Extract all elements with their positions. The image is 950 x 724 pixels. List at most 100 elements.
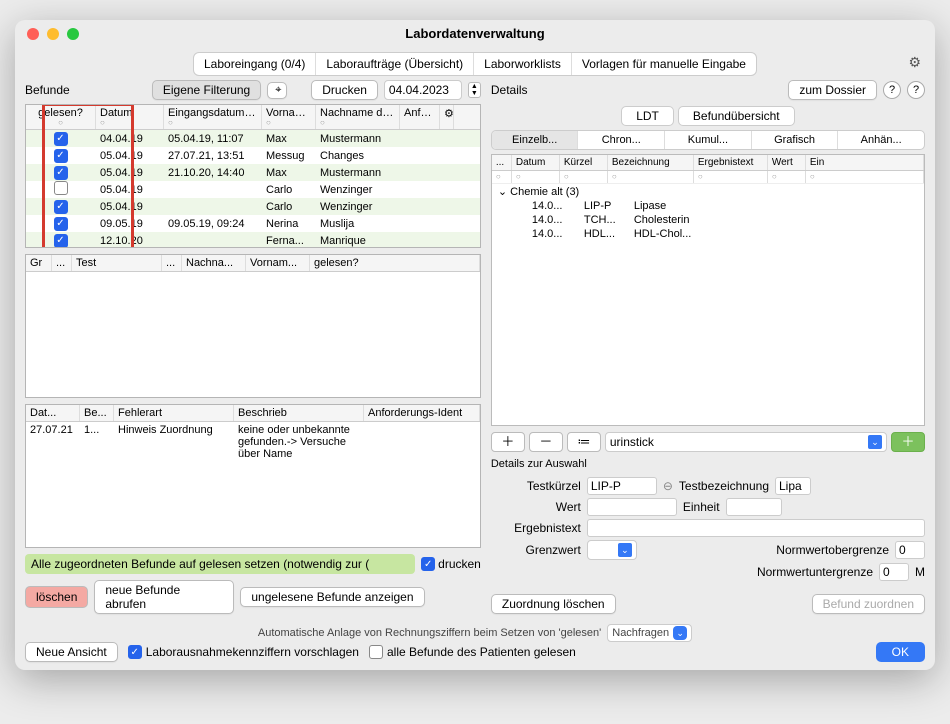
tab-laborworklists[interactable]: Laborworklists bbox=[474, 53, 572, 75]
inp-wert[interactable] bbox=[587, 498, 677, 516]
drucken-checkbox[interactable]: ✓drucken bbox=[421, 557, 481, 571]
maximize-icon[interactable] bbox=[67, 28, 79, 40]
filter-button[interactable]: Eigene Filterung bbox=[152, 80, 261, 100]
gear-icon[interactable]: ⚙ bbox=[908, 54, 921, 71]
col-test[interactable]: Test bbox=[72, 255, 162, 271]
befunde-table: gelesen?○ Datum○ Eingangsdatum t...○ Vor… bbox=[25, 104, 481, 248]
col-dots1[interactable]: ... bbox=[52, 255, 72, 271]
error-row[interactable]: 27.07.21 1... Hinweis Zuordnung keine od… bbox=[26, 422, 480, 462]
gear-icon[interactable]: ⚙ bbox=[440, 105, 454, 129]
inp-testbez[interactable] bbox=[775, 477, 811, 495]
loeschen-button[interactable]: löschen bbox=[25, 586, 88, 608]
add-button[interactable]: ＋ bbox=[491, 432, 525, 452]
alle-befunde-checkbox[interactable]: alle Befunde des Patienten gelesen bbox=[369, 645, 576, 659]
tab-laboreingang[interactable]: Laboreingang (0/4) bbox=[194, 53, 316, 75]
col-nachname[interactable]: Nachname des... bbox=[320, 107, 400, 119]
remove-button[interactable]: － bbox=[529, 432, 563, 452]
tree-item[interactable]: 14.0...LIP-PLipase bbox=[492, 199, 924, 213]
subtab-anhaenge[interactable]: Anhän... bbox=[838, 131, 924, 149]
date-stepper[interactable]: ▲▼ bbox=[468, 82, 481, 98]
clear-icon[interactable]: ⊖ bbox=[663, 479, 673, 493]
gelesen-checkbox[interactable]: ✓ bbox=[54, 166, 68, 180]
neue-ansicht-button[interactable]: Neue Ansicht bbox=[25, 642, 118, 662]
inp-einheit[interactable] bbox=[726, 498, 782, 516]
ungelesene-button[interactable]: ungelesene Befunde anzeigen bbox=[240, 587, 424, 607]
neue-befunde-button[interactable]: neue Befunde abrufen bbox=[94, 580, 234, 614]
gelesen-checkbox[interactable]: ✓ bbox=[54, 149, 68, 163]
col-vornam[interactable]: Vornam... bbox=[246, 255, 310, 271]
table-row[interactable]: ✓ 12.10.20 Ferna... Manrique bbox=[26, 232, 480, 247]
window-title: Labordatenverwaltung bbox=[405, 26, 544, 41]
zum-dossier-button[interactable]: zum Dossier bbox=[788, 80, 877, 100]
rcol-datum[interactable]: Datum bbox=[512, 155, 560, 170]
rcol-wert[interactable]: Wert bbox=[768, 155, 806, 170]
error-table: Dat... Be... Fehlerart Beschrieb Anforde… bbox=[25, 404, 481, 548]
rcol-ergebnistext[interactable]: Ergebnistext bbox=[694, 155, 768, 170]
table-row[interactable]: ✓ 09.05.19 09.05.19, 09:24 Nerina Muslij… bbox=[26, 215, 480, 232]
ok-button[interactable]: OK bbox=[876, 642, 925, 662]
inp-unter[interactable] bbox=[879, 563, 909, 581]
auto-anlagen-label: Automatische Anlage von Rechnungsziffern… bbox=[258, 627, 601, 639]
list-button[interactable]: ≔ bbox=[567, 432, 601, 452]
funnel-icon[interactable]: ⌖ bbox=[267, 82, 287, 99]
inp-testkuerzel[interactable] bbox=[587, 477, 657, 495]
gelesen-checkbox[interactable]: ✓ bbox=[54, 200, 68, 214]
subtab-grafisch[interactable]: Grafisch bbox=[752, 131, 839, 149]
col-gelesen2[interactable]: gelesen? bbox=[310, 255, 480, 271]
gelesen-checkbox[interactable]: ✓ bbox=[54, 234, 68, 248]
tree-item[interactable]: 14.0...HDL...HDL-Chol... bbox=[492, 227, 924, 241]
detail-form: Testkürzel ⊖ Testbezeichnung Wert Einhei… bbox=[491, 474, 925, 584]
col-dots2[interactable]: ... bbox=[162, 255, 182, 271]
lbl-testbez: Testbezeichnung bbox=[679, 479, 769, 493]
col-eingang[interactable]: Eingangsdatum t... bbox=[168, 107, 260, 119]
subtab-einzel[interactable]: Einzelb... bbox=[492, 131, 579, 149]
befund-zuordnen-button: Befund zuordnen bbox=[812, 594, 925, 614]
close-icon[interactable] bbox=[27, 28, 39, 40]
help-icon-2[interactable]: ? bbox=[907, 81, 925, 99]
col-vorname[interactable]: Vornam... bbox=[266, 107, 313, 119]
inp-ober[interactable] bbox=[895, 541, 925, 559]
tree-item[interactable]: 14.0...TCH...Cholesterin bbox=[492, 213, 924, 227]
tab-ldt[interactable]: LDT bbox=[621, 106, 674, 126]
tree-parent[interactable]: ⌄ Chemie alt (3) bbox=[492, 184, 924, 199]
table-row[interactable]: 05.04.19 Carlo Wenzinger bbox=[26, 181, 480, 198]
date-input[interactable] bbox=[384, 80, 462, 100]
col-fehlerart[interactable]: Fehlerart bbox=[114, 405, 234, 421]
tab-vorlagen[interactable]: Vorlagen für manuelle Eingabe bbox=[572, 53, 756, 75]
inp-ergebnistext[interactable] bbox=[587, 519, 925, 537]
rcol-kuerzel[interactable]: Kürzel bbox=[560, 155, 608, 170]
gelesen-checkbox[interactable] bbox=[54, 181, 68, 195]
nachfragen-select[interactable]: Nachfragen⌄ bbox=[607, 624, 692, 642]
gelesen-checkbox[interactable]: ✓ bbox=[54, 217, 68, 231]
test-select[interactable]: urinstick⌄ bbox=[605, 432, 887, 452]
rcol-ein[interactable]: Ein bbox=[806, 155, 924, 170]
table-row[interactable]: ✓ 05.04.19 21.10.20, 14:40 Max Musterman… bbox=[26, 164, 480, 181]
col-anforderung[interactable]: Anforde bbox=[404, 107, 440, 119]
unit-m: M bbox=[915, 565, 925, 579]
lbl-testkuerzel: Testkürzel bbox=[491, 479, 581, 493]
zuordnung-loeschen-button[interactable]: Zuordnung löschen bbox=[491, 594, 616, 614]
table-row[interactable]: ✓ 04.04.19 05.04.19, 11:07 Max Musterman… bbox=[26, 130, 480, 147]
subtab-chron[interactable]: Chron... bbox=[578, 131, 665, 149]
help-icon[interactable]: ? bbox=[883, 81, 901, 99]
tab-befunduebersicht[interactable]: Befundübersicht bbox=[678, 106, 795, 126]
col-beschrieb[interactable]: Beschrieb bbox=[234, 405, 364, 421]
inp-grenzwert[interactable]: ⌄ bbox=[587, 540, 637, 560]
minimize-icon[interactable] bbox=[47, 28, 59, 40]
laborausnahme-checkbox[interactable]: ✓Laborausnahmekennziffern vorschlagen bbox=[128, 645, 359, 659]
add-green-button[interactable]: ＋ bbox=[891, 432, 925, 452]
gelesen-checkbox[interactable]: ✓ bbox=[54, 132, 68, 146]
table-row[interactable]: ✓ 05.04.19 Carlo Wenzinger bbox=[26, 198, 480, 215]
col-be[interactable]: Be... bbox=[80, 405, 114, 421]
table-row[interactable]: ✓ 05.04.19 27.07.21, 13:51 Messug Change… bbox=[26, 147, 480, 164]
col-nachna[interactable]: Nachna... bbox=[182, 255, 246, 271]
rcol-dots[interactable]: ... bbox=[492, 155, 512, 170]
col-anfident[interactable]: Anforderungs-Ident bbox=[364, 405, 480, 421]
print-button[interactable]: Drucken bbox=[311, 80, 378, 100]
rcol-bezeichnung[interactable]: Bezeichnung bbox=[608, 155, 694, 170]
tab-laborauftraege[interactable]: Laboraufträge (Übersicht) bbox=[316, 53, 474, 75]
col-dat[interactable]: Dat... bbox=[26, 405, 80, 421]
subtab-kumul[interactable]: Kumul... bbox=[665, 131, 752, 149]
col-gr[interactable]: Gr bbox=[26, 255, 52, 271]
subtabs: Einzelb... Chron... Kumul... Grafisch An… bbox=[491, 130, 925, 150]
